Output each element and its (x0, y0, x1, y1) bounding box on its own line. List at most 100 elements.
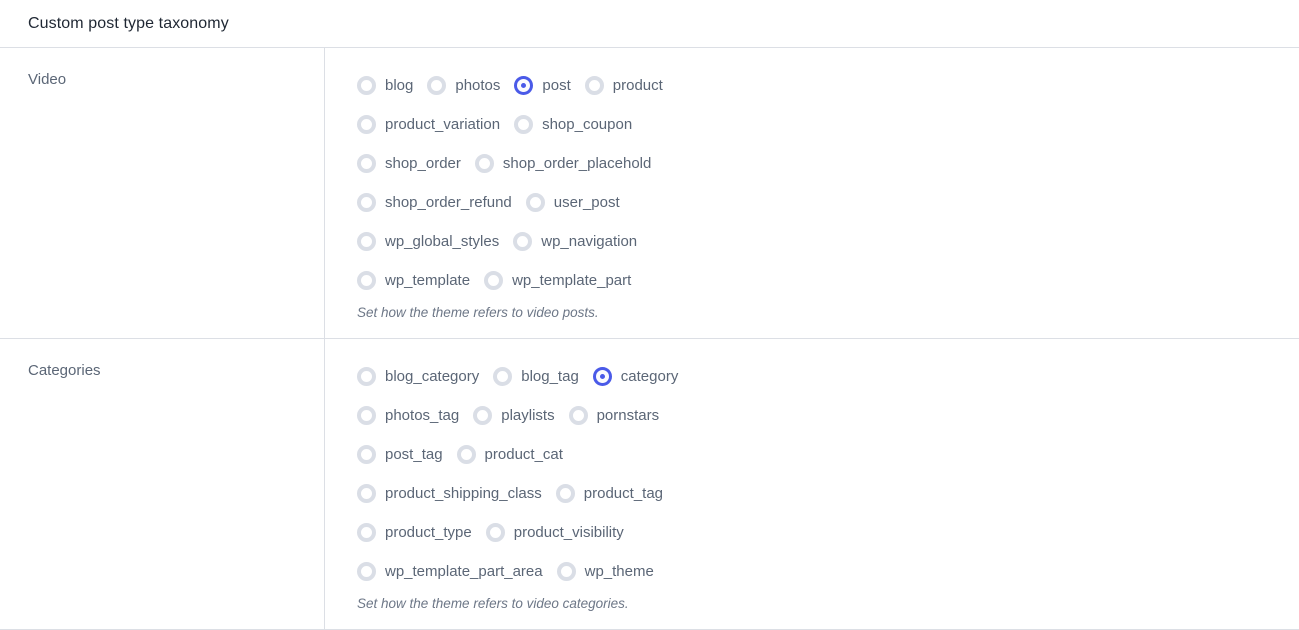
radio-label: product (612, 77, 663, 94)
radio-label: wp_template (385, 272, 471, 289)
radio-unchecked-icon[interactable] (357, 445, 376, 464)
radio-option-blog[interactable]: blog (357, 66, 413, 105)
radio-option-wp_template_part[interactable]: wp_template_part (484, 261, 631, 300)
radio-label: blog (385, 77, 414, 94)
radio-label: shop_order_refund (385, 194, 512, 211)
radio-label: shop_order (385, 155, 461, 172)
field-row-video: Video blog photos post product product_variat… (0, 48, 1299, 339)
radio-unchecked-icon[interactable] (357, 484, 376, 503)
radio-unchecked-icon[interactable] (427, 76, 447, 95)
radio-option-blog_tag[interactable]: blog_tag (493, 357, 579, 396)
radio-option-post[interactable]: post (514, 66, 571, 105)
radio-unchecked-icon[interactable] (556, 562, 576, 581)
radio-label: wp_theme (584, 563, 654, 580)
radio-label: category (620, 368, 679, 385)
radio-option-pornstars[interactable]: pornstars (568, 396, 660, 435)
radio-label: wp_template_part (512, 272, 632, 289)
field-label-cell-video: Video (0, 48, 325, 338)
radio-option-shop_order_refund[interactable]: shop_order_refund (357, 183, 512, 222)
field-help-categories: Set how the theme refers to video catego… (357, 596, 629, 611)
radio-option-blog_category[interactable]: blog_category (357, 357, 479, 396)
radio-unchecked-icon[interactable] (357, 271, 376, 290)
radio-label: user_post (553, 194, 620, 211)
radio-option-product_tag[interactable]: product_tag (555, 474, 664, 513)
radio-option-photos_tag[interactable]: photos_tag (357, 396, 459, 435)
radio-label: photos_tag (385, 407, 460, 424)
radio-option-product_type[interactable]: product_type (357, 513, 472, 552)
field-label-cell-categories: Categories (0, 339, 325, 629)
radio-label: playlists (501, 407, 555, 424)
radio-label: shop_coupon (542, 116, 633, 133)
radio-unchecked-icon[interactable] (357, 76, 376, 95)
radio-unchecked-icon[interactable] (357, 406, 376, 425)
radio-unchecked-icon[interactable] (514, 115, 534, 134)
radio-option-shop_order[interactable]: shop_order (357, 144, 461, 183)
radio-option-product[interactable]: product (584, 66, 663, 105)
radio-unchecked-icon[interactable] (568, 406, 588, 425)
field-row-categories: Categories blog_category blog_tag category p… (0, 339, 1299, 630)
radio-option-wp_theme[interactable]: wp_theme (556, 552, 654, 591)
radio-option-wp_template_part_area[interactable]: wp_template_part_area (357, 552, 543, 591)
radio-label: post (542, 77, 571, 94)
radio-label: photos (455, 77, 501, 94)
radio-label: product_type (385, 524, 472, 541)
radio-unchecked-icon[interactable] (484, 271, 504, 290)
radio-option-shop_coupon[interactable]: shop_coupon (514, 105, 632, 144)
radio-unchecked-icon[interactable] (473, 406, 493, 425)
radio-checked-icon[interactable] (595, 370, 609, 383)
radio-option-user_post[interactable]: user_post (525, 183, 620, 222)
radio-option-post_tag[interactable]: post_tag (357, 435, 443, 474)
radio-label: blog_tag (521, 368, 579, 385)
radio-unchecked-icon[interactable] (555, 484, 575, 503)
settings-rows: Video blog photos post product product_variat… (0, 48, 1299, 630)
radio-label: product_shipping_class (385, 485, 542, 502)
radio-option-shop_order_placehold[interactable]: shop_order_placehold (474, 144, 652, 183)
radio-label: product_cat (484, 446, 563, 463)
radio-label: post_tag (385, 446, 443, 463)
radio-unchecked-icon[interactable] (357, 523, 376, 542)
radio-label: pornstars (596, 407, 660, 424)
radio-option-wp_navigation[interactable]: wp_navigation (513, 222, 637, 261)
radio-unchecked-icon[interactable] (485, 523, 505, 542)
page-title: Custom post type taxonomy (28, 14, 229, 32)
radio-unchecked-icon[interactable] (513, 232, 533, 251)
field-label-video: Video (28, 71, 67, 88)
radio-unchecked-icon[interactable] (357, 154, 376, 173)
radio-label: product_tag (583, 485, 664, 502)
radio-unchecked-icon[interactable] (357, 562, 376, 581)
radio-option-category[interactable]: category (593, 357, 679, 396)
radio-option-photos[interactable]: photos (427, 66, 500, 105)
field-help-video: Set how the theme refers to video posts. (357, 305, 599, 320)
panel-header: Custom post type taxonomy (0, 0, 1299, 48)
custom-post-type-taxonomy-panel: Custom post type taxonomy Video blog photo… (0, 0, 1299, 630)
radio-unchecked-icon[interactable] (493, 367, 513, 386)
radio-label: blog_category (385, 368, 480, 385)
radio-option-product_shipping_class[interactable]: product_shipping_class (357, 474, 542, 513)
radio-label: product_visibility (513, 524, 624, 541)
radio-unchecked-icon[interactable] (525, 193, 545, 212)
radio-group-video: blog photos post product product_variation sh… (357, 66, 717, 300)
radio-label: product_variation (385, 116, 501, 133)
radio-unchecked-icon[interactable] (357, 367, 376, 386)
field-control-cell-categories: blog_category blog_tag category photos_tag p… (325, 339, 1299, 629)
radio-label: wp_navigation (541, 233, 638, 250)
radio-option-product_visibility[interactable]: product_visibility (485, 513, 624, 552)
radio-checked-icon[interactable] (517, 79, 531, 92)
field-control-cell-video: blog photos post product product_variation sh… (325, 48, 1299, 338)
radio-option-wp_template[interactable]: wp_template (357, 261, 470, 300)
radio-label: wp_global_styles (385, 233, 500, 250)
field-label-categories: Categories (28, 362, 101, 379)
radio-unchecked-icon[interactable] (474, 154, 494, 173)
radio-label: shop_order_placehold (502, 155, 652, 172)
radio-option-playlists[interactable]: playlists (473, 396, 555, 435)
radio-unchecked-icon[interactable] (357, 115, 376, 134)
radio-unchecked-icon[interactable] (357, 193, 376, 212)
radio-group-categories: blog_category blog_tag category photos_tag p… (357, 357, 717, 591)
radio-label: wp_template_part_area (385, 563, 543, 580)
radio-option-wp_global_styles[interactable]: wp_global_styles (357, 222, 499, 261)
radio-unchecked-icon[interactable] (456, 445, 476, 464)
radio-unchecked-icon[interactable] (357, 232, 376, 251)
radio-option-product_variation[interactable]: product_variation (357, 105, 500, 144)
radio-option-product_cat[interactable]: product_cat (456, 435, 563, 474)
radio-unchecked-icon[interactable] (584, 76, 604, 95)
